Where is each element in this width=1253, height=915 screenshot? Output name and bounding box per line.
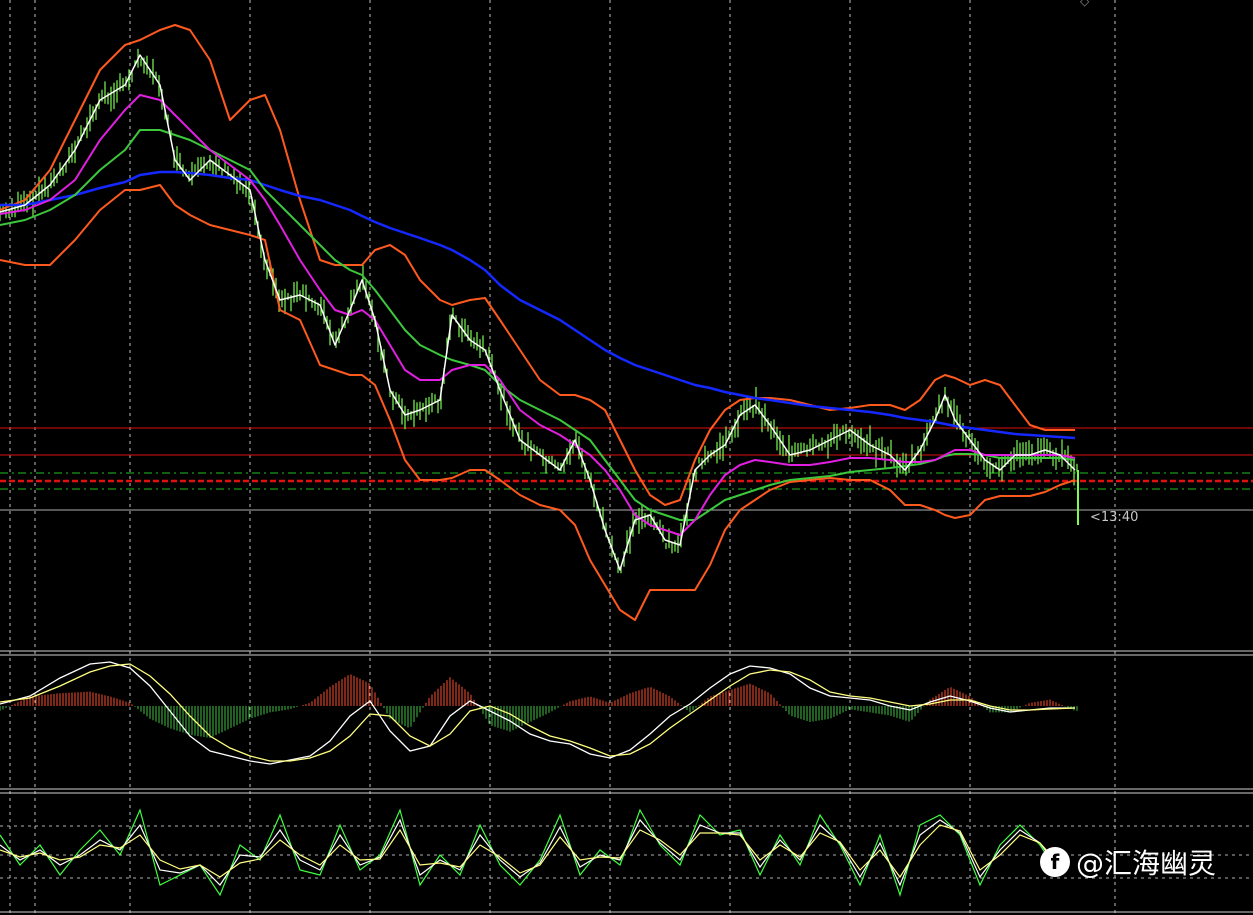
ma-blue-line: [0, 170, 1076, 440]
watermark: f @汇海幽灵: [1040, 842, 1216, 882]
chart-canvas: [0, 0, 1253, 915]
macd-histogram: [0, 674, 1078, 738]
current-price-label: <13:40: [1090, 510, 1139, 525]
close-line: [0, 54, 1076, 571]
watermark-text: @汇海幽灵: [1076, 847, 1217, 880]
bollinger-lower: [0, 184, 1076, 621]
bollinger-upper: [0, 24, 1075, 506]
corner-marker: ◇: [1080, 0, 1090, 8]
ma-magenta-line: [0, 94, 1076, 536]
horizontal-levels: [0, 427, 1253, 511]
vertical-grid: [9, 0, 1116, 915]
candles: [0, 48, 1078, 574]
macd-panel: [0, 661, 1078, 765]
facebook-icon: f: [1040, 847, 1070, 877]
price-panel: [0, 24, 1079, 621]
